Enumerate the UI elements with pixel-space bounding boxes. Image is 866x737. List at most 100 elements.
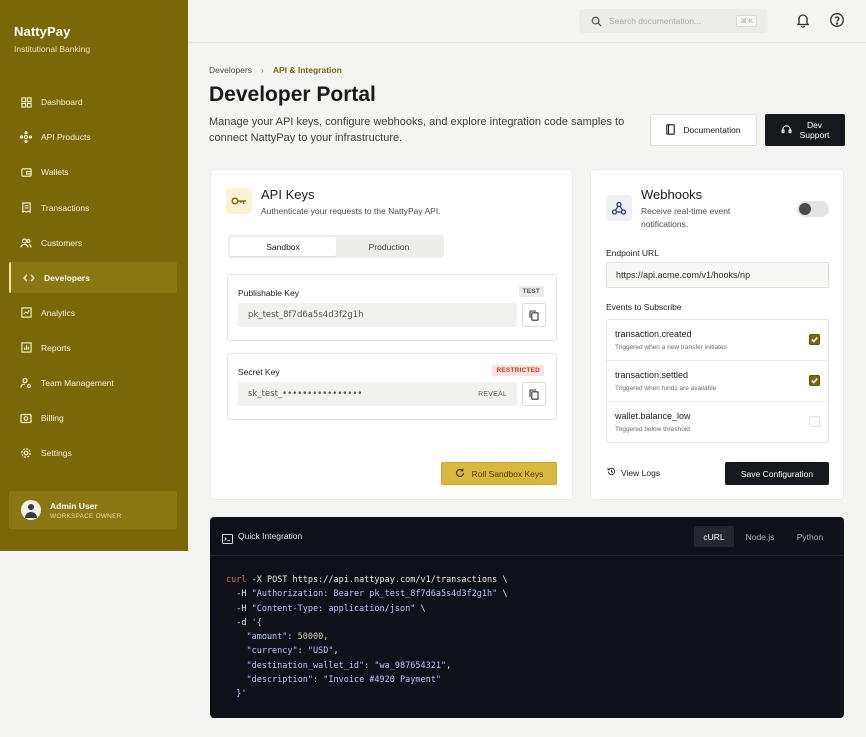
reveal-button[interactable]: REVEAL [478,391,507,398]
sidebar-nav: Dashboard API Products Wallets Transacti… [9,87,177,473]
code-token: -d [226,617,252,628]
brand-subtitle: Institutional Banking [14,44,91,54]
code-token: "amount" [226,632,288,643]
search-icon [591,16,602,27]
endpoint-url-label: Endpoint URL [606,248,659,258]
breadcrumb: Developers › API & Integration [209,65,342,75]
refresh-icon [455,468,465,480]
sidebar-item-billing[interactable]: Billing [9,403,177,434]
sidebar: NattyPay Institutional Banking Dashboard… [0,0,188,551]
save-configuration-button[interactable]: Save Configuration [725,462,829,485]
sidebar-item-team-management[interactable]: Team Management [9,368,177,399]
documentation-button-label: Documentation [683,125,741,135]
tab-nodejs[interactable]: Node.js [740,526,780,547]
endpoint-url-input[interactable]: https://api.acme.com/v1/hooks/np [606,262,829,288]
sidebar-item-dashboard[interactable]: Dashboard [9,87,177,118]
secret-key-label: Secret Key [238,367,280,377]
bell-icon[interactable] [795,12,811,28]
dev-support-button-label: Dev Support [800,120,830,140]
event-row-transaction-created[interactable]: transaction.created Triggered when a new… [607,320,828,361]
avatar [21,500,41,520]
publishable-key-value: pk_test_8f7d6a5s4d3f2g1h [248,310,364,320]
secret-key-field[interactable]: sk_test_•••••••••••••••• REVEAL [238,382,517,406]
tab-production[interactable]: Production [336,237,442,256]
code-token: '{ [251,617,262,628]
history-icon [607,467,616,478]
webhooks-subtitle: Receive real-time event notifications. [641,206,731,229]
copy-publishable-key-button[interactable] [522,303,546,327]
breadcrumb-current: API & Integration [272,65,342,75]
sidebar-item-label: Team Management [41,378,114,388]
roll-sandbox-keys-label: Roll Sandbox Keys [471,468,544,479]
sidebar-item-transactions[interactable]: Transactions [9,192,177,223]
publishable-key-field[interactable]: pk_test_8f7d6a5s4d3f2g1h [238,303,517,327]
code-token: "Content-Type: application/json" [251,603,416,614]
dev-support-button[interactable]: Dev Support [765,114,845,146]
sidebar-item-label: Customers [41,237,83,248]
event-checkbox-wallet-balance-low[interactable] [809,416,820,427]
search-input[interactable]: Search documentation... ⌘ K [579,9,767,33]
webhooks-toggle[interactable] [797,201,829,217]
key-icon [226,188,252,214]
chevron-right-icon: › [261,65,264,75]
event-name: wallet.balance_low [615,411,691,421]
events-list: transaction.created Triggered when a new… [606,319,829,443]
sidebar-item-label: Transactions [41,202,90,213]
help-icon[interactable] [829,12,845,28]
code-token: -H [226,589,252,600]
secret-key-value: sk_test_•••••••••••••••• [248,389,363,399]
environment-tabs: Sandbox Production [228,235,444,258]
event-row-transaction-settled[interactable]: transaction.settled Triggered when funds… [607,361,828,402]
team-icon [20,377,32,389]
tab-python[interactable]: Python [790,526,830,547]
search-shortcut: ⌘ K [736,15,757,27]
users-icon [20,237,32,249]
sidebar-item-label: Billing [41,413,64,424]
event-checkbox-transaction-created[interactable] [809,334,820,345]
code-token: "destination_wallet_id" [226,660,365,671]
sidebar-item-wallets[interactable]: Wallets [9,157,177,188]
sidebar-item-label: Developers [44,272,90,283]
view-logs-link[interactable]: View Logs [607,467,660,478]
copy-secret-key-button[interactable] [522,382,546,406]
check-icon [811,337,818,343]
code-token: -H [226,603,252,614]
user-name: Admin User [50,500,98,511]
breadcrumb-parent[interactable]: Developers [209,65,252,75]
dev-support-line2: Support [799,130,830,140]
roll-sandbox-keys-button[interactable]: Roll Sandbox Keys [441,462,557,485]
code-token: "USD" [307,646,334,657]
sidebar-item-api-products[interactable]: API Products [9,122,177,153]
view-logs-label: View Logs [621,467,661,478]
code-panel-header: Quick Integration cURL Node.js Python [210,517,844,556]
tab-sandbox[interactable]: Sandbox [230,237,336,256]
user-profile[interactable]: Admin User WORKSPACE OWNER [9,491,177,529]
hub-icon [20,131,32,144]
code-token: 50000 [297,632,324,643]
sidebar-item-developers[interactable]: Developers [9,262,177,293]
event-row-wallet-balance-low[interactable]: wallet.balance_low Triggered below thres… [607,402,828,443]
search-placeholder: Search documentation... [609,16,702,26]
event-checkbox-transaction-settled[interactable] [809,375,820,386]
sidebar-item-label: Reports [41,342,71,353]
code-icon [23,272,35,284]
dev-support-line1: Dev [806,120,823,130]
code-block[interactable]: curl -X POST https://api.nattypay.com/v1… [226,573,507,702]
tab-curl[interactable]: cURL [694,526,734,547]
sidebar-item-customers[interactable]: Customers [9,227,177,258]
brand-name[interactable]: NattyPay [14,24,70,39]
sidebar-item-reports[interactable]: Reports [9,333,177,364]
sidebar-item-settings[interactable]: Settings [9,438,177,469]
check-icon [811,378,818,384]
documentation-button[interactable]: Documentation [650,114,757,146]
webhook-icon [606,195,632,221]
code-token: "currency" [226,646,298,657]
api-keys-subtitle: Authenticate your requests to the NattyP… [261,206,441,216]
quick-integration-panel: Quick Integration cURL Node.js Python cu… [210,517,844,718]
sidebar-item-analytics[interactable]: Analytics [9,298,177,329]
event-description: Triggered when funds are available [615,385,717,392]
event-name: transaction.settled [615,370,689,380]
sidebar-item-label: Settings [41,448,72,459]
code-token: curl [226,575,247,585]
gear-icon [20,447,32,459]
